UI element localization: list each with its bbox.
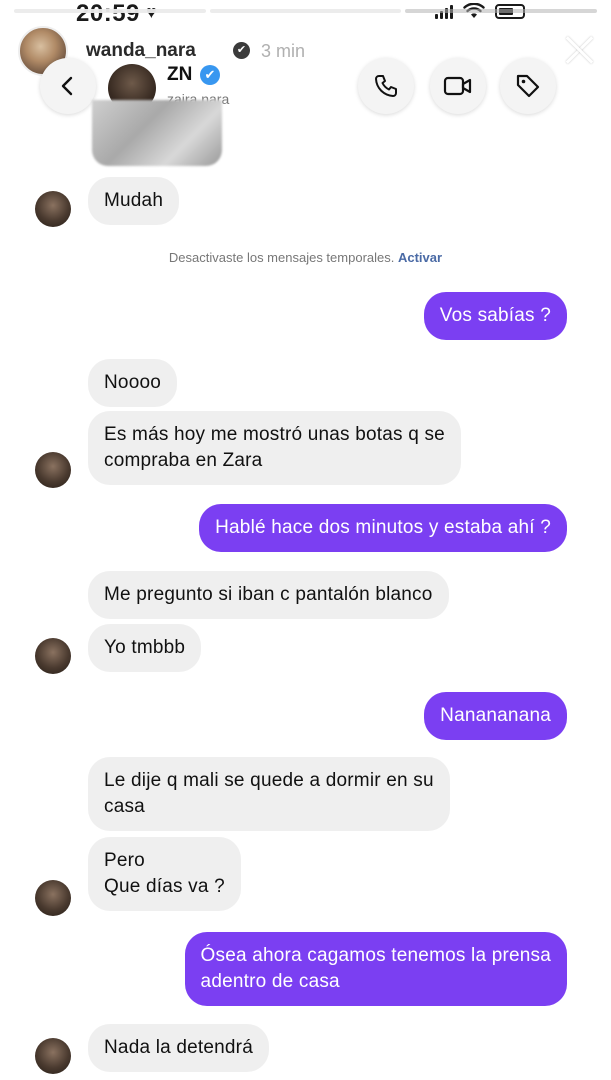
sender-avatar[interactable] (35, 191, 71, 227)
system-note: Desactivaste los mensajes temporales. Ac… (0, 250, 611, 265)
message-bubble-incoming[interactable]: Le dije q mali se quede a dormir en su c… (88, 757, 450, 831)
tag-icon (516, 74, 540, 98)
story-segment (209, 9, 402, 13)
story-segment (405, 9, 598, 13)
system-note-text: Desactivaste los mensajes temporales. (168, 250, 395, 265)
sender-avatar[interactable] (35, 452, 71, 488)
story-time: 3 min (261, 41, 306, 61)
message-bubble-outgoing[interactable]: Nanananana (424, 692, 567, 740)
story-username[interactable]: wanda_nara (86, 40, 196, 62)
status-time: 20:59 (76, 0, 140, 27)
message-bubble-outgoing[interactable]: Ósea ahora cagamos tenemos la prensa ade… (184, 932, 567, 1006)
story-progress-bar (14, 9, 598, 13)
message-bubble-incoming[interactable]: Noooo (88, 359, 177, 407)
message-bubble-incoming[interactable]: Yo tmbbb (88, 624, 202, 672)
phone-icon (375, 75, 397, 97)
message-bubble-incoming[interactable]: Me pregunto si iban c pantalón blanco (88, 571, 449, 619)
call-button[interactable] (358, 58, 414, 114)
message-bubble-incoming[interactable]: Nada la detendrá (88, 1024, 269, 1072)
activate-link[interactable]: Activar (398, 250, 442, 265)
back-icon (61, 76, 73, 96)
chat-name[interactable]: ZN (167, 64, 192, 86)
sender-avatar[interactable] (35, 880, 71, 916)
shared-media-thumbnail[interactable] (92, 100, 222, 166)
back-button[interactable] (40, 58, 96, 114)
message-bubble-outgoing[interactable]: Vos sabías ? (423, 292, 567, 340)
video-icon (443, 76, 472, 96)
close-icon[interactable] (561, 32, 597, 68)
story-segment (14, 9, 206, 13)
sender-avatar[interactable] (35, 1038, 71, 1074)
verified-icon: ✔ (233, 42, 250, 59)
message-bubble-incoming[interactable]: Mudah (88, 177, 180, 225)
message-bubble-incoming[interactable]: Pero Que días va ? (88, 837, 241, 911)
tag-button[interactable] (500, 58, 556, 114)
video-call-button[interactable] (430, 58, 486, 114)
sender-avatar[interactable] (35, 638, 71, 674)
message-bubble-incoming[interactable]: Es más hoy me mostró unas botas q se com… (88, 411, 461, 485)
message-bubble-outgoing[interactable]: Hablé hace dos minutos y estaba ahí ? (199, 504, 567, 552)
verified-icon: ✔ (200, 65, 220, 85)
